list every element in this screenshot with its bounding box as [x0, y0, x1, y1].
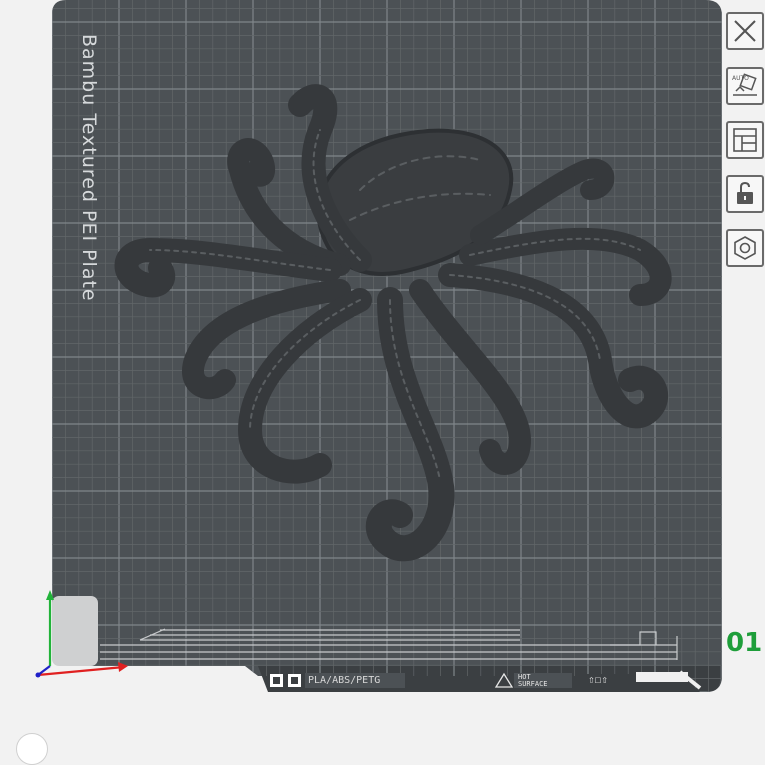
x-axis	[37, 665, 125, 677]
plate-number[interactable]: 01	[726, 628, 762, 658]
origin-zone	[52, 596, 98, 666]
close-icon	[734, 20, 756, 42]
material-label: PLA/ABS/PETG	[308, 675, 381, 686]
arrange-button[interactable]	[726, 121, 764, 159]
auto-orient-button[interactable]: AUTO	[726, 67, 764, 105]
level-icon-glyphs: ⇧☐⇧	[588, 673, 608, 686]
hex-nut-icon	[734, 236, 756, 260]
3d-viewport[interactable]: Bambu Textured PEI Plate PLA/ABS/PETG HO…	[0, 0, 765, 765]
plate-type-label: Bambu Textured PEI Plate	[78, 34, 100, 302]
unlock-icon	[737, 181, 753, 204]
warning-line2: SURFACE	[518, 680, 548, 688]
screenshot-button[interactable]	[16, 733, 48, 765]
lock-plate-button[interactable]	[726, 175, 764, 213]
auto-badge: AUTO	[732, 75, 749, 82]
plate-settings-button[interactable]	[726, 229, 764, 267]
auto-orient-icon: AUTO	[732, 73, 757, 96]
remove-plate-button[interactable]	[726, 12, 764, 50]
arrange-icon	[733, 128, 757, 152]
build-plate-scene[interactable]	[0, 0, 765, 747]
